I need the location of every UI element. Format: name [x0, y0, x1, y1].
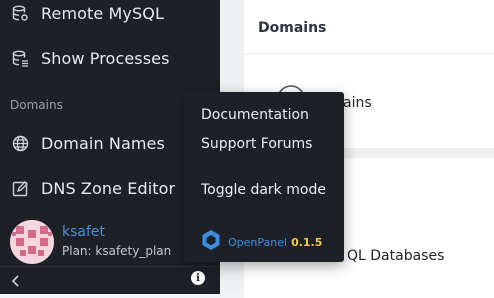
- sidebar-section-title: Domains: [10, 98, 63, 112]
- user-plan: Plan: ksafety_plan: [62, 244, 172, 258]
- card-item-domains[interactable]: ains: [343, 95, 372, 111]
- username: ksafet: [62, 224, 106, 240]
- avatar: [10, 220, 54, 264]
- documentation-link[interactable]: Documentation: [201, 107, 309, 123]
- globe-icon: [12, 135, 29, 152]
- help-popup-menu: Documentation Support Forums Toggle dark…: [184, 92, 344, 262]
- database-gear-icon: [12, 5, 29, 22]
- brand-name: OpenPanel: [228, 235, 288, 249]
- toggle-dark-mode-link[interactable]: Toggle dark mode: [201, 182, 326, 198]
- edit-icon: [12, 180, 29, 197]
- info-icon[interactable]: i: [191, 271, 205, 285]
- support-forums-link[interactable]: Support Forums: [201, 136, 312, 152]
- sidebar-item-label: Show Processes: [41, 48, 170, 68]
- divider: [244, 53, 494, 54]
- database-list-icon: [12, 50, 29, 67]
- sidebar-item-label: DNS Zone Editor: [41, 178, 176, 198]
- sidebar-item-label: Domain Names: [41, 133, 165, 153]
- sidebar-footer: i: [0, 266, 220, 295]
- sidebar-item-show-processes[interactable]: Show Processes: [0, 38, 220, 78]
- sidebar-item-remote-mysql[interactable]: Remote MySQL: [0, 0, 220, 33]
- brand-version: 0.1.5: [291, 235, 323, 249]
- card-title: Domains: [258, 20, 327, 36]
- card-item-mysql-databases[interactable]: QL Databases: [347, 248, 444, 264]
- sidebar-item-label: Remote MySQL: [41, 3, 164, 23]
- openpanel-logo-icon: [201, 229, 221, 255]
- chevron-left-icon[interactable]: [9, 271, 25, 291]
- openpanel-brand[interactable]: OpenPanel 0.1.5: [201, 229, 323, 255]
